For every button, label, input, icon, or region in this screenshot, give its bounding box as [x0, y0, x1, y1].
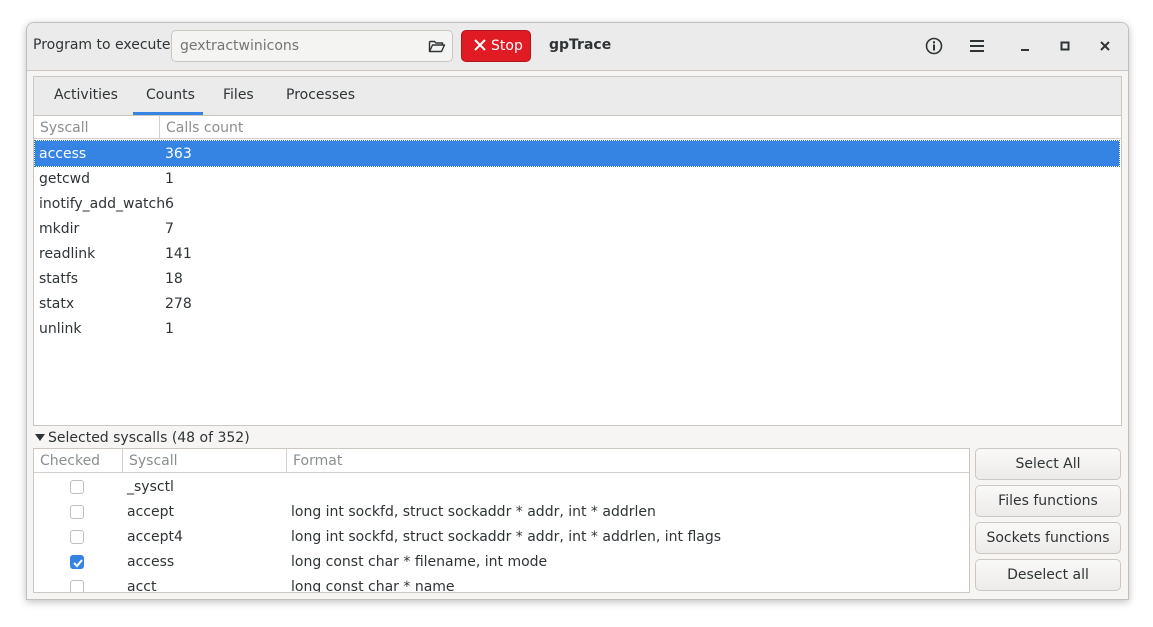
table-row[interactable]: unlink 1: [35, 316, 1119, 341]
table-row[interactable]: statfs 18: [35, 266, 1119, 291]
header-bar: Program to execute: Stop gpTrace: [27, 23, 1128, 71]
table-row[interactable]: getcwd 1: [35, 166, 1119, 191]
table-row[interactable]: statx 278: [35, 291, 1119, 316]
tab-activities[interactable]: Activities: [54, 87, 118, 103]
minimize-icon[interactable]: [1015, 36, 1035, 56]
info-icon[interactable]: [924, 36, 944, 56]
column-header-format[interactable]: Format: [287, 449, 969, 473]
table-row[interactable]: inotify_add_watch 6: [35, 191, 1119, 216]
deselect-all-button[interactable]: Deselect all: [975, 559, 1121, 591]
window-title: gpTrace: [549, 37, 612, 53]
menu-icon[interactable]: [967, 36, 987, 56]
app-window: Program to execute: Stop gpTrace: [26, 22, 1129, 600]
list-item[interactable]: acct long const char * name: [34, 576, 969, 592]
selected-syscalls-expander[interactable]: Selected syscalls (48 of 352): [35, 430, 250, 446]
selected-syscalls-table: Checked Syscall Format _sysctl accept lo…: [33, 448, 970, 593]
list-item[interactable]: _sysctl: [34, 476, 969, 501]
table-row[interactable]: readlink 141: [35, 241, 1119, 266]
column-header-syscall[interactable]: Syscall: [123, 449, 287, 473]
maximize-icon[interactable]: [1055, 36, 1075, 56]
column-header-calls-count[interactable]: Calls count: [160, 115, 1121, 139]
column-header-syscall[interactable]: Syscall: [34, 115, 160, 139]
syscall-checkbox[interactable]: [70, 480, 84, 494]
syscall-checkbox[interactable]: [70, 505, 84, 519]
list-item[interactable]: accept4 long int sockfd, struct sockaddr…: [34, 526, 969, 551]
syscall-checkbox[interactable]: [70, 580, 84, 592]
expander-arrow-icon: [35, 434, 45, 441]
table-row[interactable]: mkdir 7: [35, 216, 1119, 241]
stop-button[interactable]: Stop: [461, 30, 531, 62]
files-functions-button[interactable]: Files functions: [975, 485, 1121, 517]
program-label: Program to execute:: [33, 37, 176, 53]
table-row[interactable]: access 363: [34, 140, 1120, 167]
folder-open-icon[interactable]: [428, 38, 446, 54]
sockets-functions-button[interactable]: Sockets functions: [975, 522, 1121, 554]
close-window-icon[interactable]: [1095, 36, 1115, 56]
program-entry[interactable]: [171, 30, 453, 62]
syscall-checkbox-checked[interactable]: [70, 555, 84, 569]
close-icon: [474, 39, 486, 51]
expander-label: Selected syscalls (48 of 352): [48, 430, 250, 446]
tab-processes[interactable]: Processes: [286, 87, 355, 103]
tab-bar: Activities Counts Files Processes: [34, 77, 1121, 116]
tab-files[interactable]: Files: [223, 87, 254, 103]
list-item[interactable]: access long const char * filename, int m…: [34, 551, 969, 576]
syscall-checkbox[interactable]: [70, 530, 84, 544]
column-header-checked[interactable]: Checked: [34, 449, 123, 473]
checkmark-icon: [73, 559, 83, 568]
main-content: Activities Counts Files Processes Syscal…: [33, 76, 1122, 426]
list-item[interactable]: accept long int sockfd, struct sockaddr …: [34, 501, 969, 526]
select-all-button[interactable]: Select All: [975, 448, 1121, 480]
stop-label: Stop: [491, 38, 523, 54]
program-input[interactable]: [180, 37, 420, 55]
tab-counts[interactable]: Counts: [146, 87, 195, 103]
